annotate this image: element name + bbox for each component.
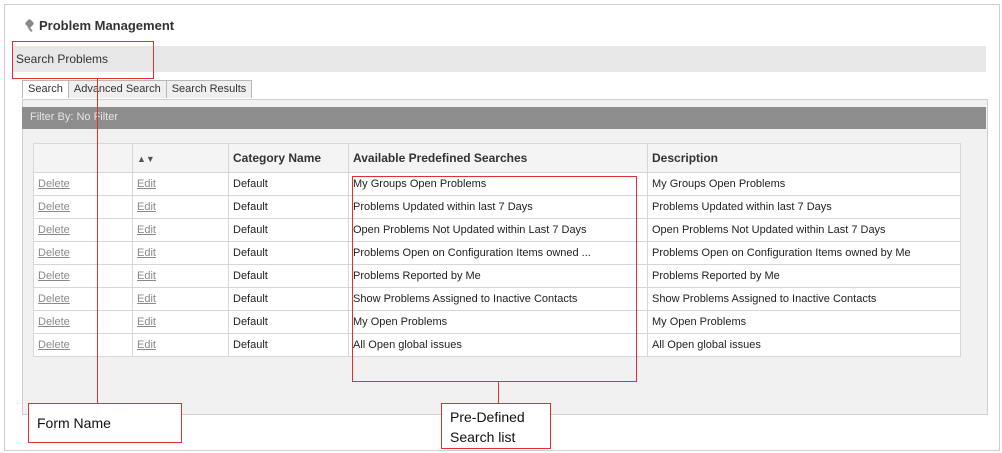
- edit-link[interactable]: Edit: [132, 195, 229, 219]
- description-cell: Open Problems Not Updated within Last 7 …: [647, 218, 961, 242]
- sort-icon[interactable]: ▲▼: [137, 154, 155, 164]
- edit-link[interactable]: Edit: [132, 287, 229, 311]
- delete-link[interactable]: Delete: [33, 172, 133, 196]
- column-header-delete: [33, 143, 133, 173]
- description-cell: Problems Open on Configuration Items own…: [647, 241, 961, 265]
- delete-link[interactable]: Delete: [33, 218, 133, 242]
- category-cell: Default: [228, 264, 349, 288]
- description-cell: My Groups Open Problems: [647, 172, 961, 196]
- delete-link[interactable]: Delete: [33, 333, 133, 357]
- edit-link[interactable]: Edit: [132, 310, 229, 334]
- edit-link[interactable]: Edit: [132, 333, 229, 357]
- category-cell: Default: [228, 287, 349, 311]
- delete-link[interactable]: Delete: [33, 241, 133, 265]
- page-header: Problem Management: [24, 15, 174, 35]
- category-cell: Default: [228, 172, 349, 196]
- description-cell: Problems Reported by Me: [647, 264, 961, 288]
- delete-link[interactable]: Delete: [33, 264, 133, 288]
- page-title: Problem Management: [39, 17, 175, 33]
- form-name-callout: Form Name: [28, 403, 182, 443]
- category-cell: Default: [228, 333, 349, 357]
- tab-bar: Search Advanced Search Search Results: [22, 80, 253, 99]
- form-name-callout-text: Form Name: [37, 415, 111, 431]
- category-cell: Default: [228, 218, 349, 242]
- tab-advanced-search[interactable]: Advanced Search: [67, 80, 167, 98]
- column-header-description[interactable]: Description: [647, 143, 961, 173]
- pin-icon: [24, 19, 36, 31]
- category-cell: Default: [228, 195, 349, 219]
- edit-link[interactable]: Edit: [132, 172, 229, 196]
- description-cell: All Open global issues: [647, 333, 961, 357]
- tab-search[interactable]: Search: [22, 80, 69, 98]
- edit-link[interactable]: Edit: [132, 218, 229, 242]
- column-header-edit[interactable]: ▲▼: [132, 143, 229, 173]
- edit-link[interactable]: Edit: [132, 241, 229, 265]
- filter-label: Filter By: No Filter: [30, 111, 119, 123]
- description-cell: Problems Updated within last 7 Days: [647, 195, 961, 219]
- column-header-category[interactable]: Category Name: [228, 143, 349, 173]
- category-cell: Default: [228, 310, 349, 334]
- form-name-highlight-box: [12, 41, 154, 79]
- category-cell: Default: [228, 241, 349, 265]
- form-name-connector-line: [97, 78, 98, 403]
- delete-link[interactable]: Delete: [33, 287, 133, 311]
- tab-search-results[interactable]: Search Results: [165, 80, 253, 98]
- section-bar: [12, 46, 986, 72]
- column-header-searches[interactable]: Available Predefined Searches: [348, 143, 648, 173]
- description-cell: My Open Problems: [647, 310, 961, 334]
- predefined-search-highlight-box: [352, 176, 637, 382]
- predefined-connector-line: [498, 381, 499, 403]
- delete-link[interactable]: Delete: [33, 310, 133, 334]
- table-header-row: ▲▼ Category Name Available Predefined Se…: [33, 143, 961, 173]
- predefined-callout-line2: Search list: [450, 429, 516, 445]
- predefined-callout-line1: Pre-Defined: [450, 409, 525, 425]
- description-cell: Show Problems Assigned to Inactive Conta…: [647, 287, 961, 311]
- edit-link[interactable]: Edit: [132, 264, 229, 288]
- delete-link[interactable]: Delete: [33, 195, 133, 219]
- filter-bar: [22, 107, 986, 129]
- predefined-search-callout: Pre-Defined Search list: [441, 403, 551, 449]
